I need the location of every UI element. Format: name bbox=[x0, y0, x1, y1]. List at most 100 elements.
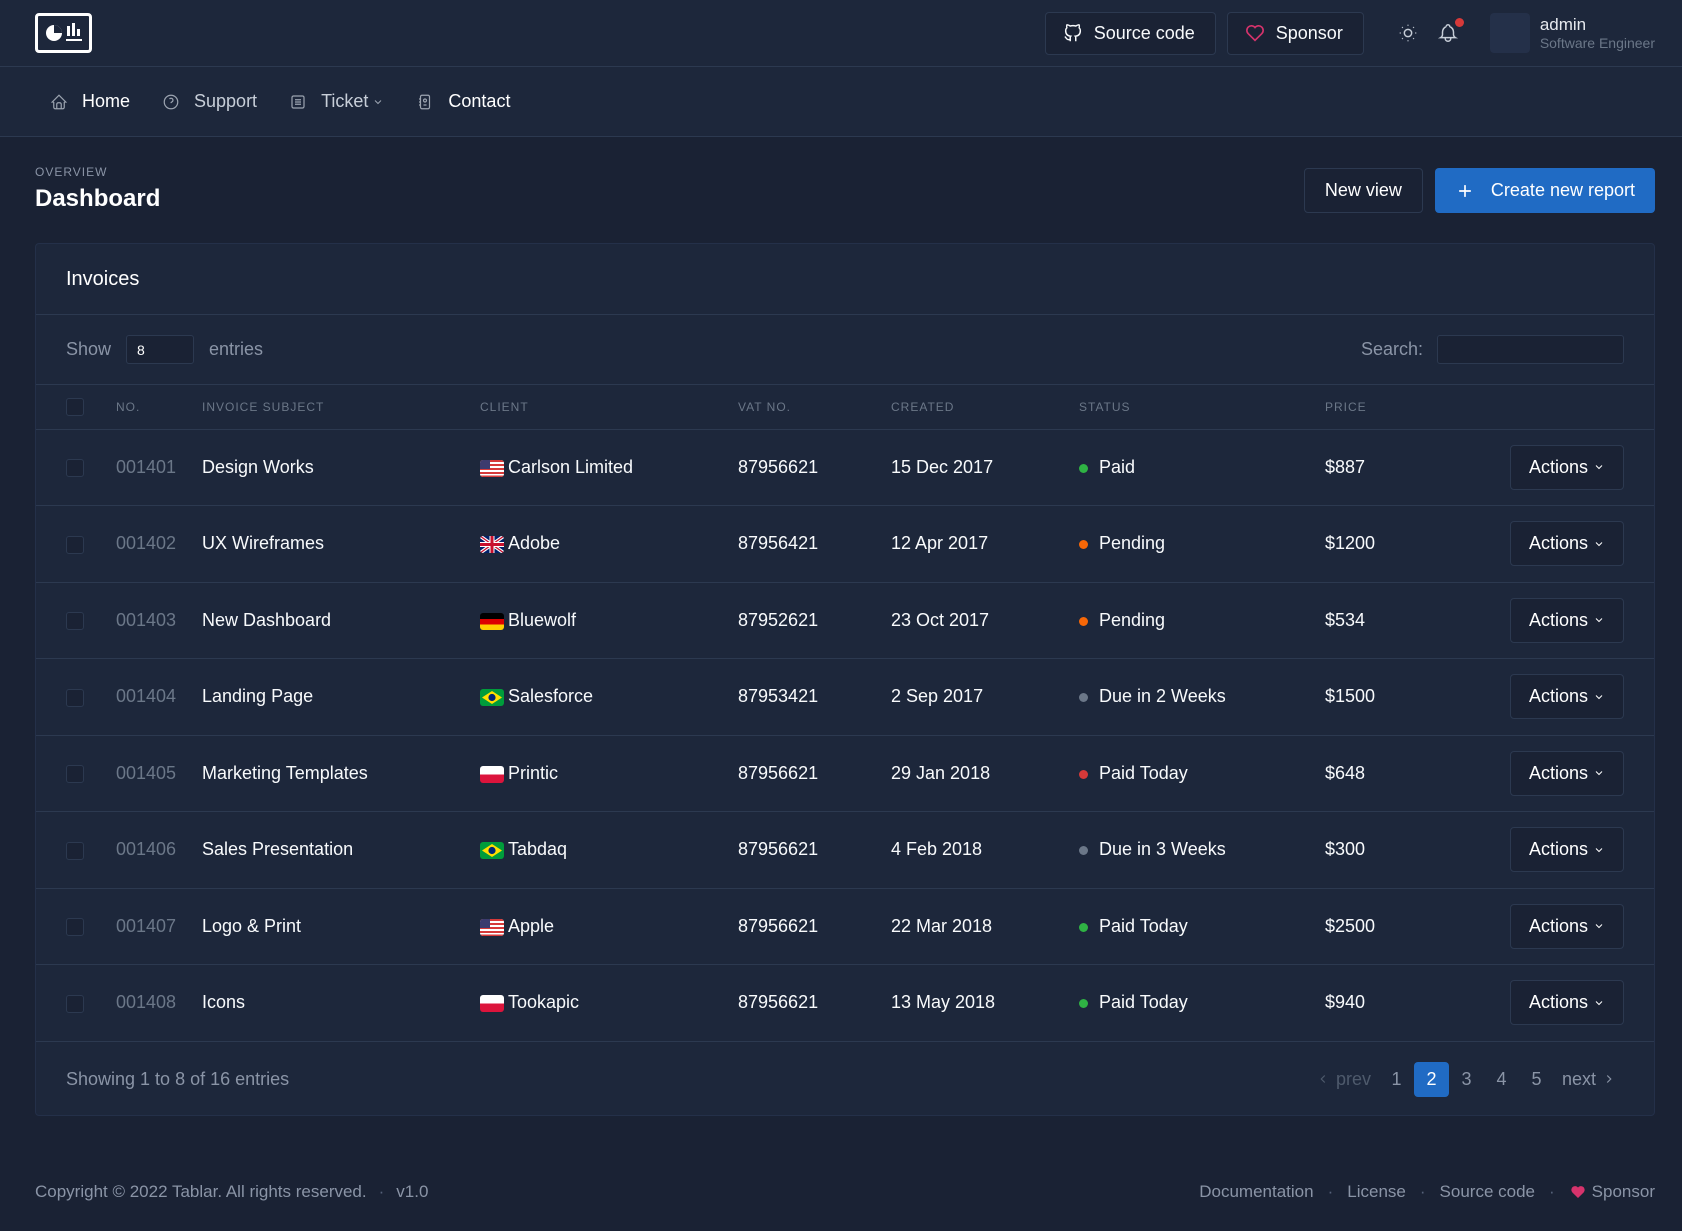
list-icon bbox=[291, 94, 305, 109]
logo-icon[interactable] bbox=[35, 13, 92, 53]
price: $887 bbox=[1325, 456, 1366, 477]
sponsor-label: Sponsor bbox=[1275, 22, 1343, 43]
next-label: next bbox=[1561, 1068, 1596, 1089]
page-3-button[interactable]: 3 bbox=[1449, 1062, 1484, 1097]
new-view-button[interactable]: New view bbox=[1303, 168, 1423, 213]
flag-pl-icon bbox=[480, 995, 504, 1012]
source-code-button[interactable]: Source code bbox=[1044, 11, 1216, 55]
footer-sponsor-link[interactable]: Sponsor bbox=[1569, 1182, 1655, 1202]
notification-badge bbox=[1454, 18, 1464, 27]
card-title: Invoices bbox=[36, 244, 1654, 315]
page-4-button[interactable]: 4 bbox=[1484, 1062, 1519, 1097]
next-page-button[interactable]: next bbox=[1554, 1062, 1624, 1097]
client-cell: Printic bbox=[480, 735, 738, 812]
status-dot bbox=[1079, 846, 1088, 855]
actions-dropdown-button[interactable]: Actions bbox=[1510, 750, 1624, 796]
flag-us-icon bbox=[480, 459, 504, 477]
select-all-checkbox[interactable] bbox=[66, 397, 84, 416]
table-row: 001401 Design Works Carlson Limited 8795662… bbox=[36, 429, 1654, 506]
invoice-number: 001406 bbox=[116, 839, 177, 860]
client-cell: Salesforce bbox=[480, 659, 738, 736]
chevron-down-icon bbox=[1595, 771, 1603, 776]
user-name: admin bbox=[1539, 15, 1587, 35]
actions-dropdown-button[interactable]: Actions bbox=[1510, 674, 1624, 720]
status-cell: Due in 2 Weeks bbox=[1079, 659, 1325, 736]
nav-item-ticket[interactable]: Ticket bbox=[289, 91, 384, 112]
row-checkbox[interactable] bbox=[66, 841, 84, 860]
column-header[interactable]: VAT No. bbox=[738, 385, 891, 429]
row-checkbox[interactable] bbox=[66, 612, 84, 630]
nav-item-home[interactable]: Home bbox=[50, 91, 130, 112]
invoices-card: Invoices Show 8 entries Search: No. Invo… bbox=[35, 243, 1655, 1116]
status-dot bbox=[1079, 999, 1088, 1008]
page-2-button[interactable]: 2 bbox=[1413, 1061, 1449, 1097]
row-checkbox[interactable] bbox=[66, 459, 84, 477]
status-dot bbox=[1079, 540, 1088, 549]
invoice-subject: Marketing Templates bbox=[202, 762, 368, 783]
sponsor-button[interactable]: Sponsor bbox=[1226, 11, 1364, 55]
created-date: 4 Feb 2018 bbox=[891, 839, 983, 860]
search-input[interactable] bbox=[1437, 335, 1624, 364]
prev-page-button[interactable]: prev bbox=[1308, 1062, 1379, 1097]
row-checkbox[interactable] bbox=[66, 535, 84, 554]
actions-dropdown-button[interactable]: Actions bbox=[1510, 444, 1624, 490]
nav-item-label: Contact bbox=[448, 91, 511, 111]
actions-dropdown-button[interactable]: Actions bbox=[1510, 903, 1624, 949]
column-header[interactable]: Created bbox=[891, 385, 1079, 429]
client-name: Carlson Limited bbox=[508, 456, 634, 477]
status-cell: Due in 3 Weeks bbox=[1079, 812, 1325, 889]
flag-br-icon bbox=[480, 689, 504, 706]
created-date: 29 Jan 2018 bbox=[891, 762, 991, 783]
footer-source-code-link[interactable]: Source code bbox=[1440, 1182, 1535, 1202]
invoice-number: 001403 bbox=[116, 609, 177, 630]
created-date: 15 Dec 2017 bbox=[891, 456, 994, 477]
column-header[interactable]: Price bbox=[1325, 385, 1439, 429]
entries-input[interactable]: 8 bbox=[126, 335, 195, 364]
license-link[interactable]: License bbox=[1347, 1182, 1406, 1202]
price: $2500 bbox=[1325, 915, 1376, 936]
chevron-down-icon bbox=[1595, 924, 1603, 929]
documentation-link[interactable]: Documentation bbox=[1199, 1182, 1313, 1202]
create-report-button[interactable]: Create new report bbox=[1434, 168, 1655, 213]
column-header[interactable]: No. bbox=[116, 385, 202, 429]
actions-dropdown-button[interactable]: Actions bbox=[1510, 597, 1624, 643]
nav-item-support[interactable]: Support bbox=[162, 91, 257, 112]
row-checkbox[interactable] bbox=[66, 918, 84, 936]
nav-item-contact[interactable]: Contact bbox=[416, 91, 510, 112]
created-date: 23 Oct 2017 bbox=[891, 609, 990, 630]
vat-number: 87956621 bbox=[738, 839, 819, 860]
notifications-button[interactable] bbox=[1428, 13, 1468, 53]
page-1-button[interactable]: 1 bbox=[1379, 1062, 1414, 1097]
row-checkbox[interactable] bbox=[66, 765, 84, 783]
status-dot bbox=[1079, 693, 1088, 702]
footer-sponsor-label: Sponsor bbox=[1591, 1182, 1655, 1201]
price: $1500 bbox=[1325, 686, 1376, 707]
page-5-button[interactable]: 5 bbox=[1519, 1062, 1554, 1097]
client-cell: Adobe bbox=[480, 506, 738, 583]
actions-dropdown-button[interactable]: Actions bbox=[1510, 827, 1624, 873]
invoice-number: 001407 bbox=[116, 915, 177, 936]
version-link[interactable]: v1.0 bbox=[396, 1182, 428, 1202]
status-text: Paid Today bbox=[1099, 992, 1188, 1013]
user-menu[interactable]: admin Software Engineer bbox=[1540, 15, 1655, 51]
search-label: Search: bbox=[1360, 339, 1423, 359]
row-checkbox[interactable] bbox=[66, 994, 84, 1013]
theme-toggle-button[interactable] bbox=[1388, 13, 1428, 53]
column-header[interactable]: Status bbox=[1079, 385, 1325, 429]
price: $940 bbox=[1325, 992, 1366, 1013]
flag-br-icon bbox=[480, 842, 504, 859]
actions-dropdown-button[interactable]: Actions bbox=[1510, 980, 1624, 1026]
avatar[interactable] bbox=[1489, 13, 1530, 53]
status-cell: Paid Today bbox=[1079, 965, 1325, 1042]
sun-icon bbox=[1399, 24, 1417, 42]
source-code-label: Source code bbox=[1093, 22, 1195, 43]
vat-number: 87952621 bbox=[738, 609, 819, 630]
actions-label: Actions bbox=[1528, 686, 1589, 707]
heart-icon bbox=[1571, 1186, 1585, 1198]
row-checkbox[interactable] bbox=[66, 688, 84, 707]
column-header[interactable]: Invoice Subject bbox=[202, 385, 480, 429]
column-header[interactable]: Client bbox=[480, 385, 738, 429]
vat-number: 87956621 bbox=[738, 992, 819, 1013]
table-row: 001406 Sales Presentation Tabdaq 87956621 4 … bbox=[36, 812, 1654, 889]
actions-dropdown-button[interactable]: Actions bbox=[1510, 521, 1624, 567]
